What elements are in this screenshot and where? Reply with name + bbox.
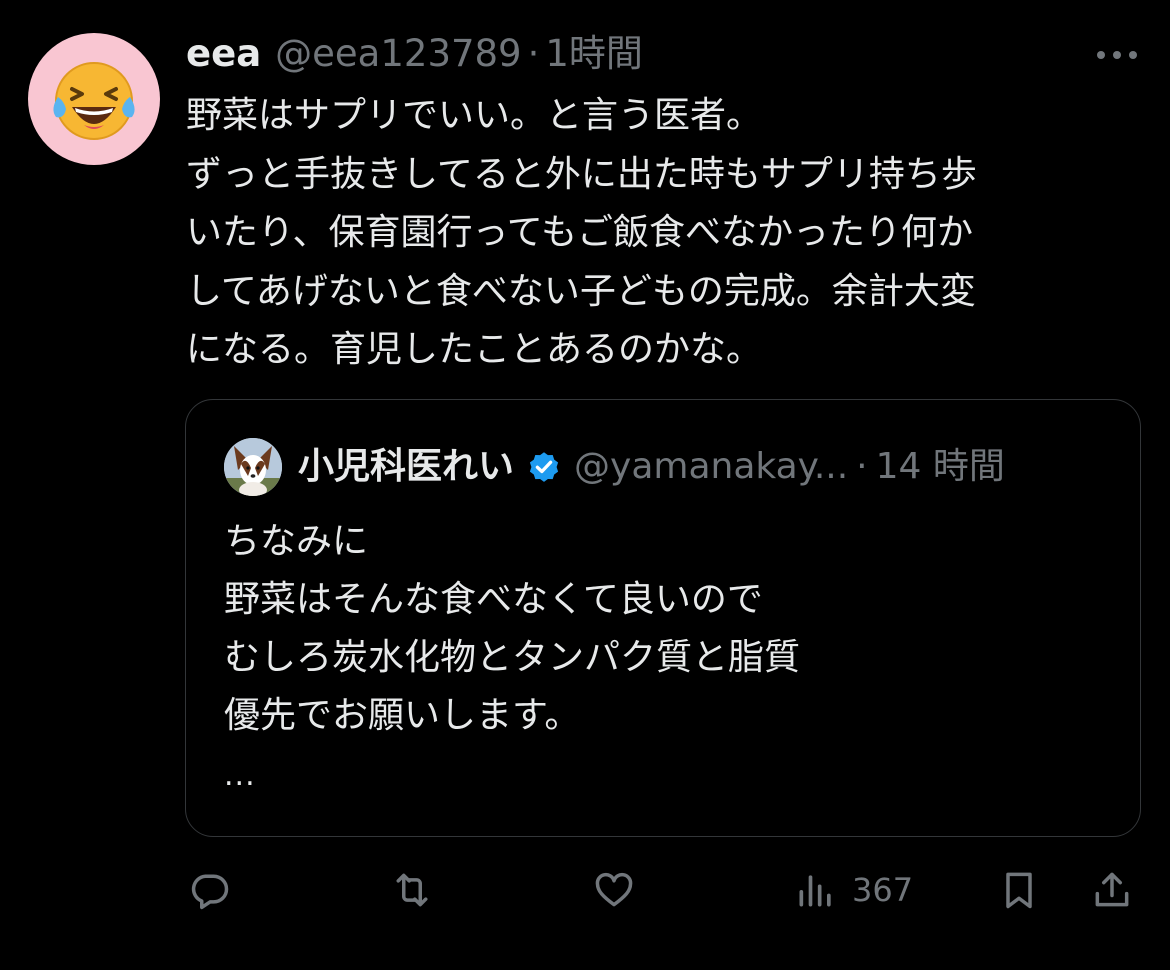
quoted-author-avatar[interactable]: [224, 438, 282, 496]
tweet-text-line: ずっと手抜きしてると外に出た時もサプリ持ち歩: [186, 153, 977, 195]
tweet-text-line: してあげないと食べない子どもの完成。余計大変: [186, 270, 976, 312]
quoted-tweet-header: 小児科医れい @yamanakay... · 14 時間: [298, 444, 1005, 490]
tweet-text: 野菜はサプリでいい。と言う医者。 ずっと手抜きしてると外に出た時もサプリ持ち歩 …: [186, 87, 1126, 380]
quoted-text-line: 優先でお願いします。: [224, 695, 581, 736]
repost-icon: [396, 873, 428, 907]
tweet-text-line: 野菜はサプリでいい。と言う医者。: [186, 95, 763, 136]
quoted-author-name[interactable]: 小児科医れい: [298, 444, 514, 490]
author-name[interactable]: eea: [186, 32, 261, 76]
quoted-text-truncation: ...: [224, 758, 256, 793]
share-button[interactable]: [1090, 860, 1134, 920]
quoted-text-line: むしろ炭水化物とタンパク質と脂質: [224, 637, 801, 678]
action-bar: 367: [0, 860, 1170, 920]
views-count: 367: [852, 871, 914, 909]
repost-button[interactable]: [390, 860, 434, 920]
author-avatar[interactable]: [28, 33, 160, 165]
verified-badge-icon: [529, 452, 559, 482]
laughing-face-emoji-icon: [53, 62, 135, 140]
bookmark-icon: [1006, 872, 1032, 909]
header-separator: ·: [527, 32, 540, 75]
heart-icon: [595, 872, 633, 907]
quoted-tweet[interactable]: 小児科医れい @yamanakay... · 14 時間 ちなみに 野菜はそんな…: [185, 399, 1141, 837]
quoted-tweet-text: ちなみに 野菜はそんな食べなくて良いので むしろ炭水化物とタンパク質と脂質 優先…: [224, 513, 1104, 745]
quoted-timestamp[interactable]: 14 時間: [876, 444, 1005, 490]
quoted-author-handle[interactable]: @yamanakay...: [574, 444, 848, 490]
tweet-text-line: になる。育児したことあるのかな。: [186, 329, 763, 370]
bookmark-button[interactable]: [997, 860, 1041, 920]
tweet[interactable]: eea @eea123789 · 1時間 野菜はサプリでいい。と言う医者。 ずっ…: [0, 0, 1170, 970]
tweet-timestamp[interactable]: 1時間: [545, 32, 643, 76]
dog-avatar-icon: [224, 438, 282, 496]
quoted-header-separator: ·: [856, 446, 868, 487]
reply-icon: [191, 874, 229, 910]
quoted-text-line: ちなみに: [224, 521, 369, 562]
tweet-text-line: いたり、保育園行ってもご飯食べなかったり何か: [186, 212, 973, 253]
like-button[interactable]: [592, 860, 636, 920]
tweet-header: eea @eea123789 · 1時間: [186, 32, 643, 76]
reply-button[interactable]: [188, 860, 232, 920]
author-handle[interactable]: @eea123789: [275, 32, 521, 76]
more-options-button[interactable]: [1094, 40, 1140, 70]
quoted-text-line: 野菜はそんな食べなくて良いので: [224, 579, 763, 620]
more-dots-icon: [1097, 51, 1137, 59]
share-icon: [1095, 872, 1129, 907]
views-chart-icon: [799, 875, 831, 907]
views-button[interactable]: 367: [794, 860, 913, 920]
